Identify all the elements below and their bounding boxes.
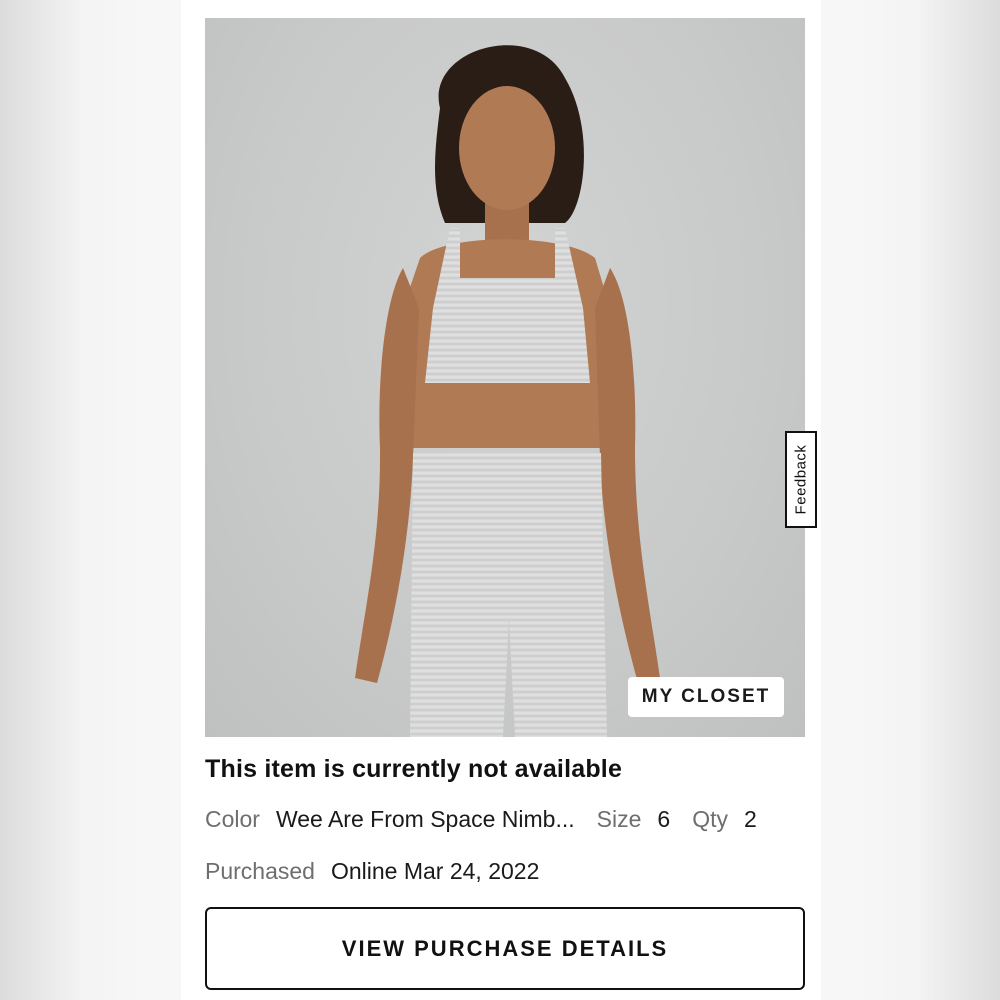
product-photo-illustration [355,45,660,737]
qty-value: 2 [743,806,757,832]
view-purchase-details-button[interactable]: VIEW PURCHASE DETAILS [205,907,805,990]
purchase-card: MY CLOSET This item is currently not ava… [181,0,821,1000]
my-closet-badge[interactable]: MY CLOSET [628,677,784,717]
purchased-value: Online Mar 24, 2022 [330,858,540,884]
qty-label: Qty [692,806,728,832]
color-label: Color [205,806,260,832]
product-image[interactable]: MY CLOSET [205,18,805,737]
purchased-label: Purchased [205,858,315,884]
size-label: Size [596,806,642,832]
purchase-info-row: Purchased Online Mar 24, 2022 [205,858,539,885]
feedback-tab[interactable]: Feedback [785,431,817,528]
color-value: Wee Are From Space Nimb... [275,806,575,832]
feedback-label: Feedback [792,444,810,515]
size-value: 6 [657,806,671,832]
item-attributes-row: Color Wee Are From Space Nimb... Size 6 … [205,806,757,833]
availability-status: This item is currently not available [205,755,623,783]
